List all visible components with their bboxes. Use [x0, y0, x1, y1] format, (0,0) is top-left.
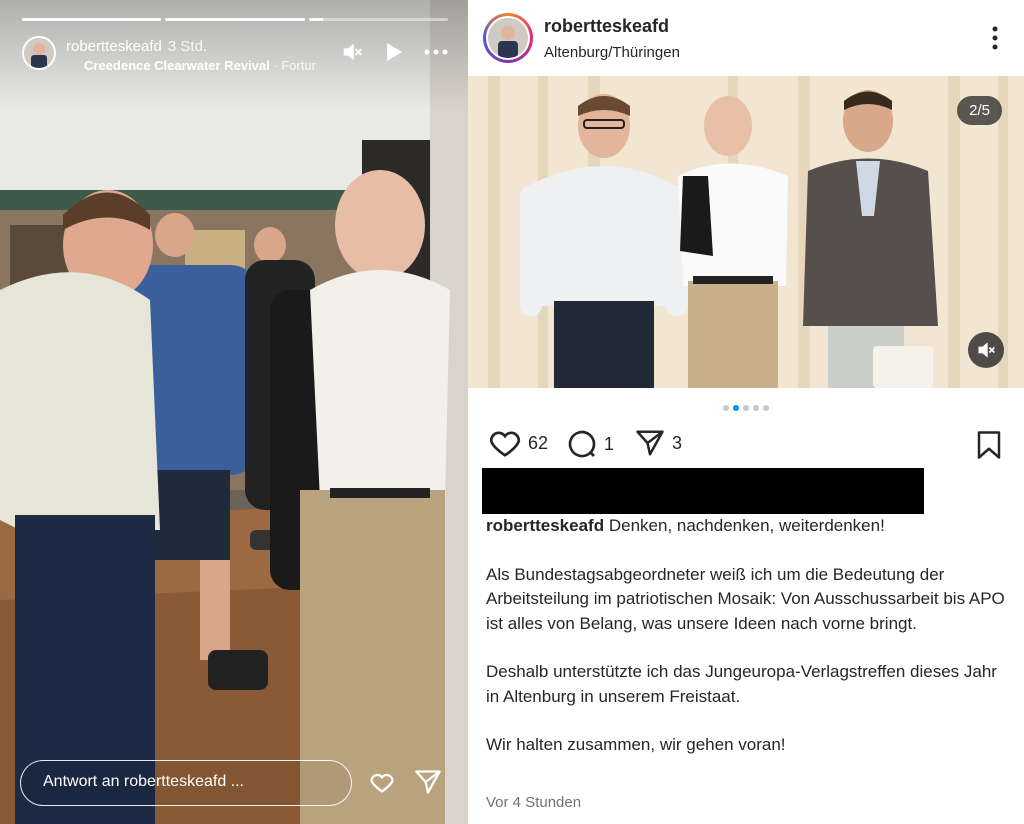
story-username-line: robertteskeafd 3 Std. — [66, 38, 207, 55]
story-time: 3 Std. — [167, 38, 208, 55]
post-header: robertteskeafd Altenburg/Thüringen — [468, 0, 1024, 76]
post: robertteskeafd Altenburg/Thüringen 2/5 6… — [468, 0, 1024, 824]
carousel-dot — [743, 405, 749, 411]
story-ring[interactable] — [483, 13, 533, 63]
progress-segment — [308, 18, 448, 21]
story-music-info[interactable]: Creedence Clearwater Revival · Fortur — [84, 58, 374, 73]
heart-icon[interactable] — [368, 768, 396, 796]
carousel-dot — [753, 405, 759, 411]
muted-speaker-icon[interactable] — [340, 40, 364, 64]
redaction-bar — [482, 468, 924, 514]
progress-segment — [22, 18, 162, 21]
like-count[interactable]: 62 — [528, 433, 548, 454]
music-track: · Fortur — [269, 58, 316, 73]
story-progress — [22, 18, 448, 21]
story-reply-input[interactable]: Antwort an robertteskeafd ... — [20, 760, 352, 806]
caption-paragraph: Deshalb unterstützte ich das Jungeuropa-… — [486, 662, 997, 706]
comment-count[interactable]: 1 — [604, 434, 614, 455]
avatar — [488, 18, 528, 58]
post-location[interactable]: Altenburg/Thüringen — [544, 44, 680, 61]
caption-paragraph: Wir halten zusammen, wir gehen voran! — [486, 735, 786, 754]
comment-action[interactable]: 1 — [566, 428, 614, 460]
like-action[interactable]: 62 — [488, 428, 548, 458]
heart-icon[interactable] — [488, 428, 522, 458]
story-viewer: robertteskeafd 3 Std. Creedence Clearwate… — [0, 0, 468, 824]
post-caption: robertteskeafd Denken, nachdenken, weite… — [486, 514, 1006, 782]
post-actions: 62 1 3 — [488, 428, 1002, 464]
music-artist: Creedence Clearwater Revival — [84, 58, 270, 73]
story-photo — [0, 0, 468, 824]
avatar[interactable] — [22, 36, 56, 70]
caption-paragraph: Als Bundestagsabgeordneter weiß ich um d… — [486, 564, 1005, 633]
image-counter: 2/5 — [957, 96, 1002, 125]
share-action[interactable]: 3 — [634, 428, 682, 458]
share-count[interactable]: 3 — [672, 433, 682, 454]
send-icon[interactable] — [634, 428, 666, 458]
more-vertical-icon[interactable] — [992, 26, 1002, 52]
carousel-dot — [763, 405, 769, 411]
caption-username[interactable]: robertteskeafd — [486, 516, 604, 535]
bookmark-icon[interactable] — [976, 430, 1002, 465]
comment-icon[interactable] — [566, 428, 598, 460]
post-photo — [468, 76, 1024, 388]
carousel-dot-active — [733, 405, 739, 411]
post-timestamp: Vor 4 Stunden — [486, 794, 582, 811]
more-horizontal-icon[interactable] — [424, 40, 448, 64]
progress-segment — [165, 18, 305, 21]
story-controls — [340, 40, 448, 64]
carousel-dots — [468, 405, 1024, 411]
progress-fill — [22, 18, 162, 21]
carousel-dot — [723, 405, 729, 411]
story-header: robertteskeafd 3 Std. Creedence Clearwate… — [22, 34, 448, 74]
muted-speaker-icon[interactable] — [968, 332, 1004, 368]
post-username[interactable]: robertteskeafd — [544, 16, 669, 37]
send-icon[interactable] — [414, 768, 442, 796]
caption-first-line: Denken, nachdenken, weiterdenken! — [608, 516, 885, 535]
play-icon[interactable] — [382, 40, 406, 64]
progress-fill — [308, 18, 323, 21]
story-username[interactable]: robertteskeafd — [66, 38, 162, 55]
progress-fill — [165, 18, 305, 21]
post-image[interactable]: 2/5 — [468, 76, 1024, 388]
